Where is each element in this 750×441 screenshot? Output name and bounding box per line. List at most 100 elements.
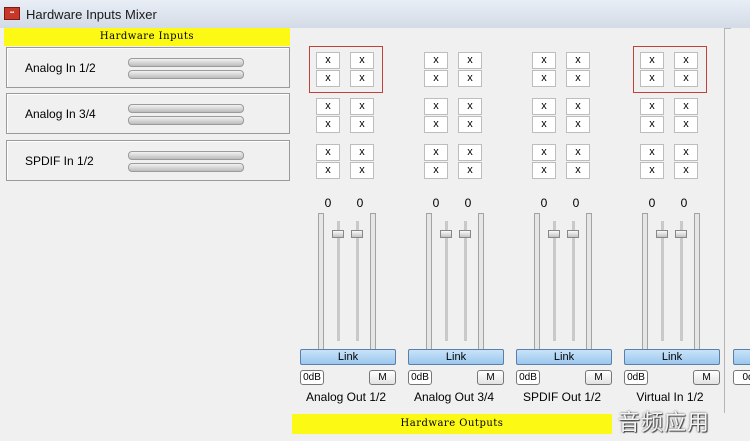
fader-slot-left: [337, 221, 340, 341]
input-label: SPDIF In 1/2: [25, 154, 94, 168]
routing-cell[interactable]: x: [458, 116, 482, 133]
routing-cell[interactable]: x: [532, 70, 556, 87]
routing-cell[interactable]: x: [316, 98, 340, 115]
fader-knob-left[interactable]: [440, 230, 452, 238]
meter-track-left: [534, 213, 540, 353]
fader-knob-left[interactable]: [656, 230, 668, 238]
input-level-meter-left: [128, 58, 244, 67]
routing-cell[interactable]: x: [674, 70, 698, 87]
zero-db-button[interactable]: 0dB: [624, 370, 648, 385]
hardware-inputs-panel: Hardware Inputs Analog In 1/2 Analog In …: [0, 28, 292, 441]
fader-slot-right: [356, 221, 359, 341]
fader-knob-right[interactable]: [675, 230, 687, 238]
meter-track-left: [318, 213, 324, 353]
link-button[interactable]: Link: [408, 349, 504, 365]
meter-track-right: [478, 213, 484, 353]
routing-cell[interactable]: x: [532, 52, 556, 69]
routing-cell[interactable]: x: [640, 162, 664, 179]
mute-button[interactable]: M: [477, 370, 504, 385]
routing-cell[interactable]: x: [424, 144, 448, 161]
routing-cell[interactable]: x: [532, 98, 556, 115]
routing-cell[interactable]: x: [532, 144, 556, 161]
routing-cell[interactable]: x: [350, 144, 374, 161]
routing-cell[interactable]: x: [566, 70, 590, 87]
routing-cell[interactable]: x: [640, 70, 664, 87]
gain-value-left: 0: [324, 196, 332, 210]
routing-cell[interactable]: x: [674, 116, 698, 133]
output-channel-name: SPDIF Out 1/2: [522, 390, 602, 404]
routing-cell[interactable]: x: [640, 144, 664, 161]
routing-cell[interactable]: x: [316, 52, 340, 69]
routing-cell[interactable]: x: [458, 162, 482, 179]
link-button[interactable]: Link: [624, 349, 720, 365]
routing-cell[interactable]: x: [424, 116, 448, 133]
routing-cell[interactable]: x: [640, 116, 664, 133]
routing-cell[interactable]: x: [566, 144, 590, 161]
input-level-meter-left: [128, 104, 244, 113]
fader-slot-left: [445, 221, 448, 341]
routing-cell[interactable]: x: [350, 98, 374, 115]
link-button[interactable]: Link: [300, 349, 396, 365]
fader-knob-right[interactable]: [567, 230, 579, 238]
link-button[interactable]: [733, 349, 750, 365]
gain-value-right: 0: [356, 196, 364, 210]
hardware-inputs-header: Hardware Inputs: [4, 28, 290, 46]
routing-cell[interactable]: x: [674, 52, 698, 69]
routing-cell[interactable]: x: [674, 144, 698, 161]
mute-button[interactable]: M: [693, 370, 720, 385]
zero-db-button[interactable]: 0dB: [300, 370, 324, 385]
routing-cell[interactable]: x: [424, 162, 448, 179]
routing-cell[interactable]: x: [316, 116, 340, 133]
routing-cell[interactable]: x: [566, 98, 590, 115]
routing-cell[interactable]: x: [566, 116, 590, 133]
routing-cell[interactable]: x: [674, 162, 698, 179]
meter-track-right: [370, 213, 376, 353]
routing-cell[interactable]: x: [350, 162, 374, 179]
fader-slot-right: [572, 221, 575, 341]
fader-knob-right[interactable]: [459, 230, 471, 238]
routing-cell[interactable]: x: [424, 98, 448, 115]
input-label: Analog In 3/4: [25, 107, 96, 121]
routing-cell[interactable]: x: [640, 52, 664, 69]
routing-cell[interactable]: x: [458, 98, 482, 115]
routing-cell[interactable]: x: [350, 70, 374, 87]
mute-button[interactable]: M: [369, 370, 396, 385]
fader-slot-right: [464, 221, 467, 341]
output-strip-3: x x x x x x x x x x x x 0 0 Link 0dB M Virtual In 1/2: [616, 28, 724, 441]
fader-slot-left: [553, 221, 556, 341]
input-row-analog-1-2: Analog In 1/2: [6, 47, 290, 88]
zero-db-button[interactable]: 0dB: [408, 370, 432, 385]
routing-cell[interactable]: x: [350, 52, 374, 69]
routing-cell[interactable]: x: [532, 162, 556, 179]
partial-channel-strip: 0d: [731, 28, 750, 441]
zero-db-button[interactable]: 0dB: [516, 370, 540, 385]
input-row-analog-3-4: Analog In 3/4: [6, 93, 290, 134]
zero-db-button[interactable]: 0d: [733, 370, 750, 385]
mute-button[interactable]: M: [585, 370, 612, 385]
meter-track-right: [694, 213, 700, 353]
routing-cell[interactable]: x: [674, 98, 698, 115]
routing-cell[interactable]: x: [424, 52, 448, 69]
routing-cell[interactable]: x: [458, 52, 482, 69]
routing-cell[interactable]: x: [316, 162, 340, 179]
gain-value-right: 0: [680, 196, 688, 210]
routing-cell[interactable]: x: [458, 144, 482, 161]
routing-cell[interactable]: x: [350, 116, 374, 133]
link-button[interactable]: Link: [516, 349, 612, 365]
routing-cell[interactable]: x: [532, 116, 556, 133]
hardware-outputs-header: Hardware Outputs: [292, 414, 612, 434]
routing-cell[interactable]: x: [640, 98, 664, 115]
title-bar: ▪▪ Hardware Inputs Mixer: [0, 0, 750, 29]
routing-cell[interactable]: x: [566, 52, 590, 69]
fader-knob-right[interactable]: [351, 230, 363, 238]
routing-cell[interactable]: x: [316, 144, 340, 161]
input-row-spdif-1-2: SPDIF In 1/2: [6, 140, 290, 181]
input-level-meter-right: [128, 70, 244, 79]
routing-cell[interactable]: x: [458, 70, 482, 87]
fader-knob-left[interactable]: [548, 230, 560, 238]
gain-value-left: 0: [648, 196, 656, 210]
routing-cell[interactable]: x: [424, 70, 448, 87]
routing-cell[interactable]: x: [566, 162, 590, 179]
routing-cell[interactable]: x: [316, 70, 340, 87]
fader-knob-left[interactable]: [332, 230, 344, 238]
